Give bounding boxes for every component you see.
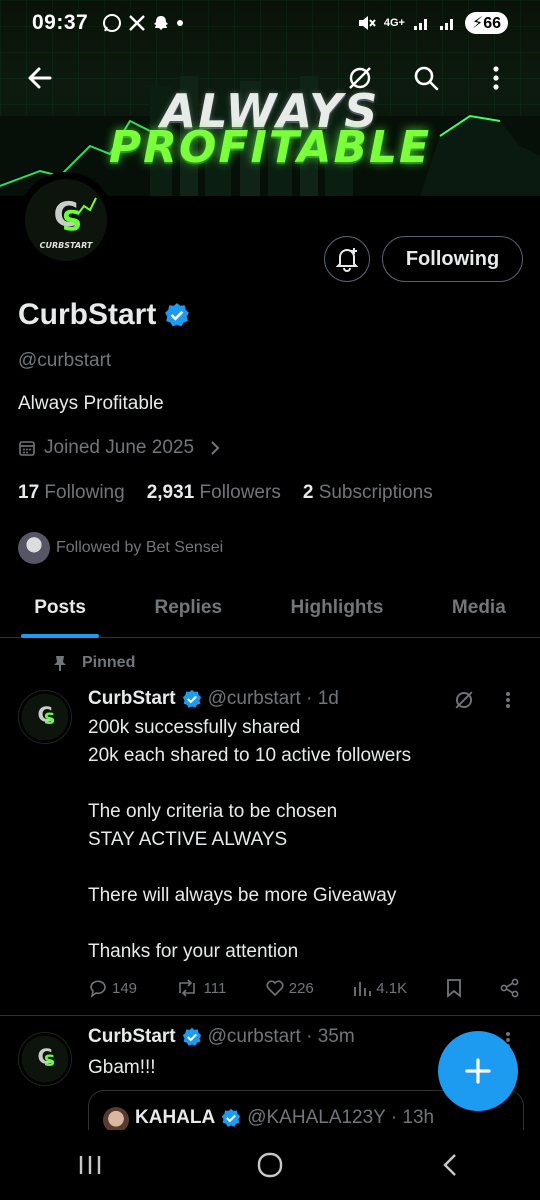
- post-header: CurbStart @curbstart · 35m: [88, 1026, 355, 1048]
- like-action[interactable]: 226: [265, 979, 314, 997]
- profile-stats: 17 Following 2,931 Followers 2 Subscript…: [18, 482, 433, 504]
- post-pinned[interactable]: Pinned C S CurbStart @curbstart · 1d 200…: [0, 640, 540, 1015]
- back-button[interactable]: [20, 58, 60, 98]
- more-vertical-icon: [493, 66, 499, 90]
- signal-icon: [413, 19, 427, 30]
- subscriptions-stat[interactable]: 2 Subscriptions: [303, 482, 433, 504]
- post-avatar[interactable]: C S: [18, 1032, 72, 1086]
- home-button[interactable]: [240, 1140, 300, 1190]
- verified-badge-icon: [182, 1027, 201, 1046]
- profile-handle: @curbstart: [18, 350, 112, 371]
- chevron-right-icon[interactable]: [208, 439, 222, 457]
- pin-icon: [54, 656, 66, 671]
- follower-avatar: [18, 532, 50, 564]
- search-button[interactable]: [406, 58, 446, 98]
- joined-date: Joined June 2025: [44, 437, 195, 458]
- snapchat-icon: [154, 16, 169, 30]
- bookmark-icon: [446, 979, 461, 998]
- system-back-button[interactable]: [420, 1140, 480, 1190]
- repost-action[interactable]: 111: [175, 978, 226, 998]
- svg-text:S: S: [44, 709, 56, 728]
- dot-icon: [177, 20, 184, 26]
- x-icon: [129, 15, 146, 31]
- pinned-indicator: Pinned: [52, 654, 135, 672]
- grok-icon: [349, 67, 371, 89]
- search-icon: [414, 66, 439, 91]
- quoted-author-name: KAHALA: [135, 1107, 216, 1128]
- mute-icon: [358, 16, 376, 30]
- network-label: 4G+: [383, 17, 405, 29]
- profile-avatar[interactable]: C S CURBSTART: [18, 172, 114, 268]
- recent-apps-button[interactable]: [60, 1140, 120, 1190]
- battery-indicator: ⚡66: [464, 12, 508, 34]
- tab-media[interactable]: Media: [418, 578, 540, 637]
- plus-icon: [465, 1058, 491, 1084]
- profile-bio: Always Profitable: [18, 393, 164, 414]
- grok-button[interactable]: [340, 58, 380, 98]
- recent-apps-icon: [79, 1156, 101, 1174]
- grok-icon: [455, 691, 473, 709]
- status-time: 09:37: [32, 11, 89, 34]
- curbstart-logo-small: C S: [21, 693, 69, 741]
- arrow-left-icon: [28, 67, 52, 89]
- more-vertical-icon: [506, 692, 510, 708]
- profile-tabs: Posts Replies Highlights Media: [0, 578, 540, 638]
- tab-replies[interactable]: Replies: [120, 578, 256, 637]
- post-actions: 149 111 226 4.1K: [88, 978, 520, 998]
- post-avatar[interactable]: C S: [18, 690, 72, 744]
- post-grok-button[interactable]: [450, 686, 478, 714]
- share-icon: [500, 978, 519, 998]
- views-action[interactable]: 4.1K: [352, 979, 407, 997]
- reply-icon: [90, 980, 106, 998]
- post-more-button[interactable]: [496, 688, 520, 712]
- repost-icon: [179, 979, 196, 997]
- signal-icon-2: [439, 19, 453, 30]
- svg-text:S: S: [44, 1051, 56, 1070]
- more-options-button[interactable]: [476, 58, 516, 98]
- bookmark-action[interactable]: [446, 978, 462, 998]
- tab-highlights[interactable]: Highlights: [256, 578, 417, 637]
- post-handle-time: @curbstart · 35m: [207, 1026, 355, 1047]
- post-header: CurbStart @curbstart · 1d: [88, 688, 339, 710]
- post-author-name[interactable]: CurbStart: [88, 688, 176, 710]
- following-button[interactable]: Following: [382, 236, 523, 282]
- heart-icon: [266, 980, 284, 997]
- svg-text:CURBSTART: CURBSTART: [40, 241, 93, 250]
- whatsapp-icon: [103, 14, 122, 32]
- calendar-icon: [19, 441, 35, 456]
- compose-post-button[interactable]: [438, 1031, 518, 1111]
- banner-title-line2: PROFITABLE: [108, 122, 432, 173]
- profile-name-row: CurbStart: [18, 298, 190, 332]
- quoted-handle-time: @KAHALA123Y · 13h: [247, 1107, 435, 1128]
- bell-plus-icon: [335, 248, 359, 272]
- post-handle-time: @curbstart · 1d: [207, 688, 339, 709]
- post-author-name[interactable]: CurbStart: [88, 1026, 176, 1048]
- tab-posts[interactable]: Posts: [0, 578, 120, 637]
- joined-date-row: Joined June 2025: [18, 437, 222, 459]
- curbstart-logo-small: C S: [21, 1035, 69, 1083]
- chevron-left-icon: [443, 1154, 456, 1176]
- svg-text:S: S: [62, 204, 82, 237]
- views-chart-icon: [354, 982, 372, 996]
- home-circle-icon: [257, 1152, 283, 1178]
- followers-stat[interactable]: 2,931 Followers: [147, 482, 281, 504]
- curbstart-logo: C S CURBSTART: [25, 179, 107, 261]
- verified-badge-icon: [182, 689, 201, 708]
- notifications-button[interactable]: [324, 236, 370, 282]
- following-stat[interactable]: 17 Following: [18, 482, 125, 504]
- status-bar: 09:37 4G+ ⚡66: [0, 0, 540, 46]
- profile-name: CurbStart: [18, 298, 157, 331]
- verified-badge-icon: [222, 1108, 241, 1127]
- verified-badge-icon[interactable]: [164, 302, 190, 328]
- reply-action[interactable]: 149: [88, 978, 137, 998]
- share-action[interactable]: [500, 978, 520, 998]
- system-nav-bar: [0, 1130, 540, 1200]
- followed-by-row[interactable]: Followed by Bet Sensei: [18, 532, 223, 564]
- post-text: 200k successfully shared 20k each shared…: [88, 717, 412, 962]
- followed-by-text: Followed by Bet Sensei: [56, 539, 224, 556]
